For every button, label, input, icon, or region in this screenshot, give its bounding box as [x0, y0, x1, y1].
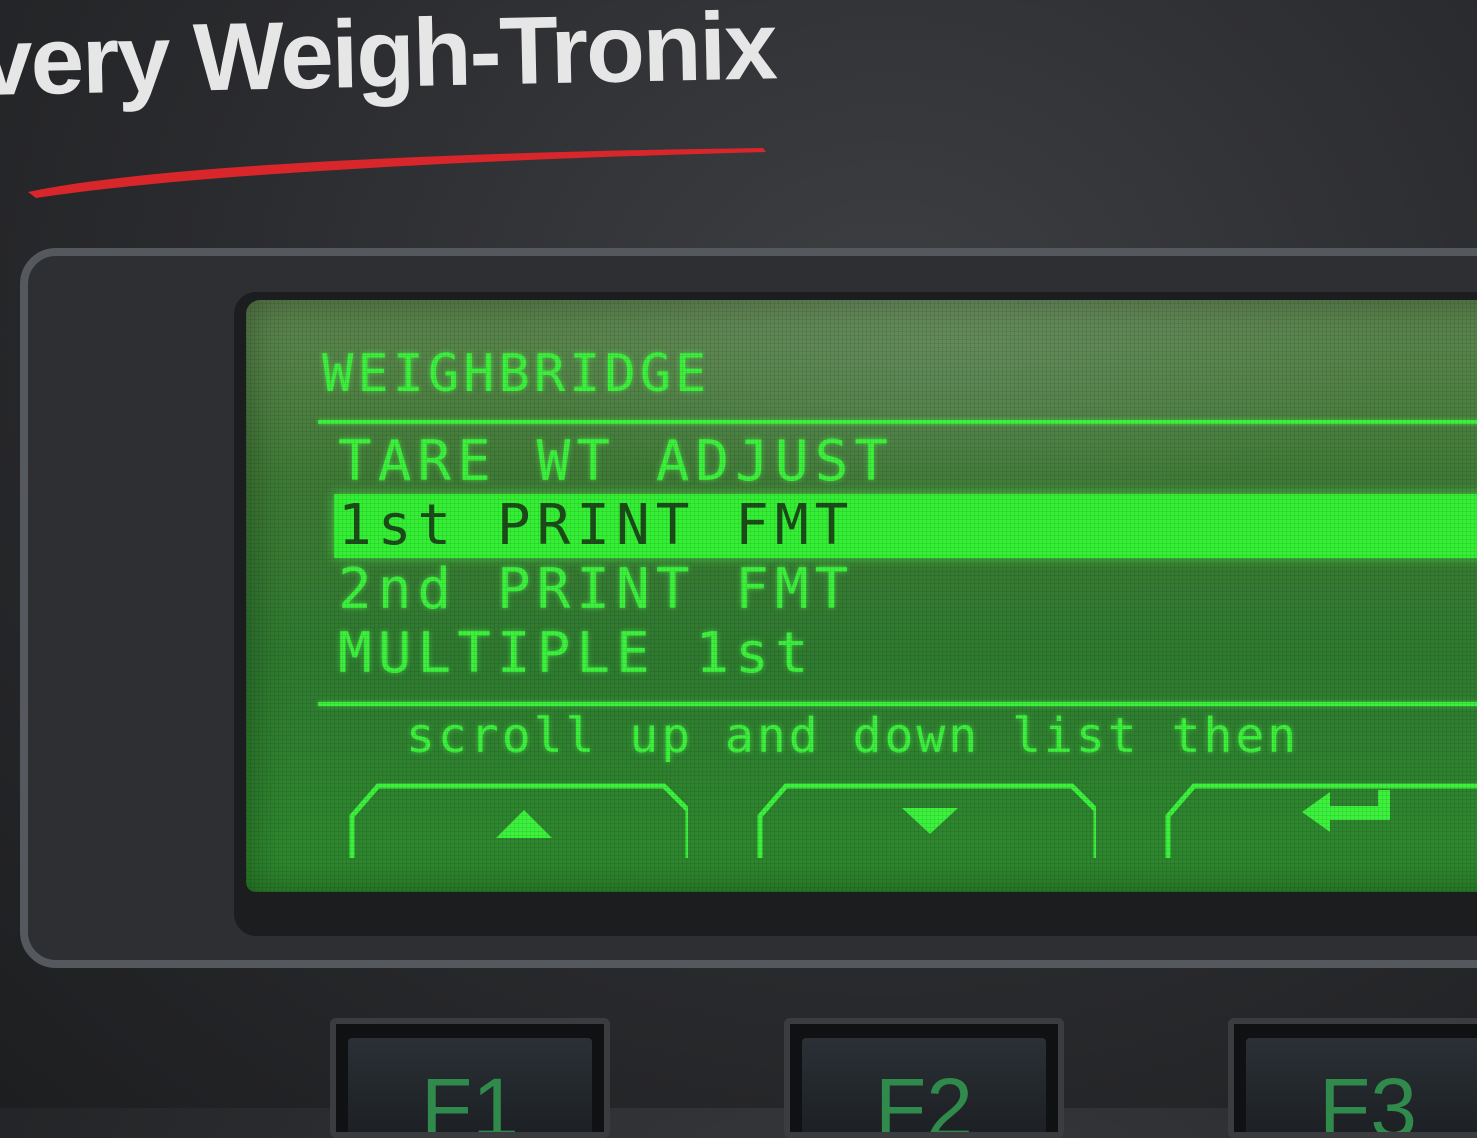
menu-item-tare-wt-adjust[interactable]: TARE WT ADJUST [338, 430, 1477, 494]
f1-key[interactable]: F1 [330, 1018, 610, 1138]
scroll-up-softkey[interactable] [348, 780, 688, 860]
title-divider [318, 420, 1477, 424]
down-arrow-icon [757, 783, 1096, 858]
menu-item-2nd-print-fmt[interactable]: 2nd PRINT FMT [338, 558, 1477, 622]
enter-icon [1165, 783, 1477, 858]
lcd-display: WEIGHBRIDGE TARE WT ADJUST 1st PRINT FMT… [246, 300, 1477, 892]
f2-key[interactable]: F2 [784, 1018, 1064, 1138]
hint-divider [318, 702, 1477, 706]
menu-item-multiple-1st[interactable]: MULTIPLE 1st [338, 622, 1477, 686]
f2-key-label: F2 [874, 1061, 974, 1138]
brand-logo-text: very Weigh-Tronix [0, 0, 777, 116]
hint-text: scroll up and down list then [406, 708, 1300, 764]
scroll-down-softkey[interactable] [756, 780, 1096, 860]
enter-softkey[interactable] [1164, 780, 1477, 860]
up-arrow-icon [349, 783, 688, 858]
menu-list: TARE WT ADJUST 1st PRINT FMT 2nd PRINT F… [334, 430, 1477, 686]
f3-key[interactable]: F3 [1228, 1018, 1477, 1138]
f3-key-label: F3 [1318, 1061, 1418, 1138]
brand-swoosh-icon [28, 146, 768, 198]
screen-title: WEIGHBRIDGE [322, 344, 711, 404]
f1-key-label: F1 [420, 1061, 520, 1138]
menu-item-1st-print-fmt[interactable]: 1st PRINT FMT [334, 494, 1477, 558]
